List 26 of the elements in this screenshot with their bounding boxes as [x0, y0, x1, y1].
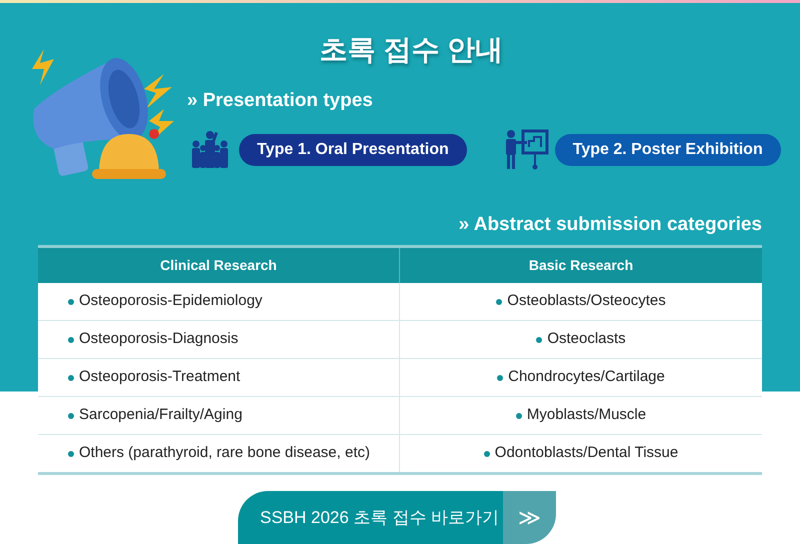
category-text: Sarcopenia/Frailty/Aging [79, 405, 242, 426]
category-text: Osteoporosis-Treatment [79, 367, 240, 388]
category-text: Osteoblasts/Osteocytes [507, 291, 666, 312]
bullet-icon [68, 336, 74, 342]
bullet-icon [484, 450, 490, 456]
bullet-icon [68, 412, 74, 418]
presentation-type-pill: Type 1. Oral Presentation [239, 134, 467, 166]
bullet-icon [496, 298, 502, 304]
column-header: Basic Research [528, 256, 634, 275]
bullet-icon [536, 336, 542, 342]
bullet-icon [68, 374, 74, 380]
bullet-icon [516, 412, 522, 418]
category-text: Odontoblasts/Dental Tissue [494, 443, 678, 464]
section-heading: » Abstract submission categories [458, 212, 762, 236]
category-text: Others (parathyroid, rare bone disease, etc) [79, 443, 370, 464]
category-text: Myoblasts/Muscle [526, 405, 646, 426]
bullet-icon [497, 374, 504, 380]
section-heading: » Presentation types [187, 88, 374, 112]
page-title: 초록 접수 안내 [320, 34, 504, 64]
category-text: Osteoporosis-Diagnosis [79, 329, 238, 350]
presentation-type-pill: Type 2. Poster Exhibition [554, 134, 781, 166]
category-text: Osteoporosis-Epidemiology [79, 291, 262, 312]
category-text: Osteoclasts [547, 329, 626, 350]
category-text: Chondrocytes/Cartilage [508, 367, 665, 388]
bullet-icon [68, 450, 74, 456]
bullet-icon [68, 298, 74, 304]
